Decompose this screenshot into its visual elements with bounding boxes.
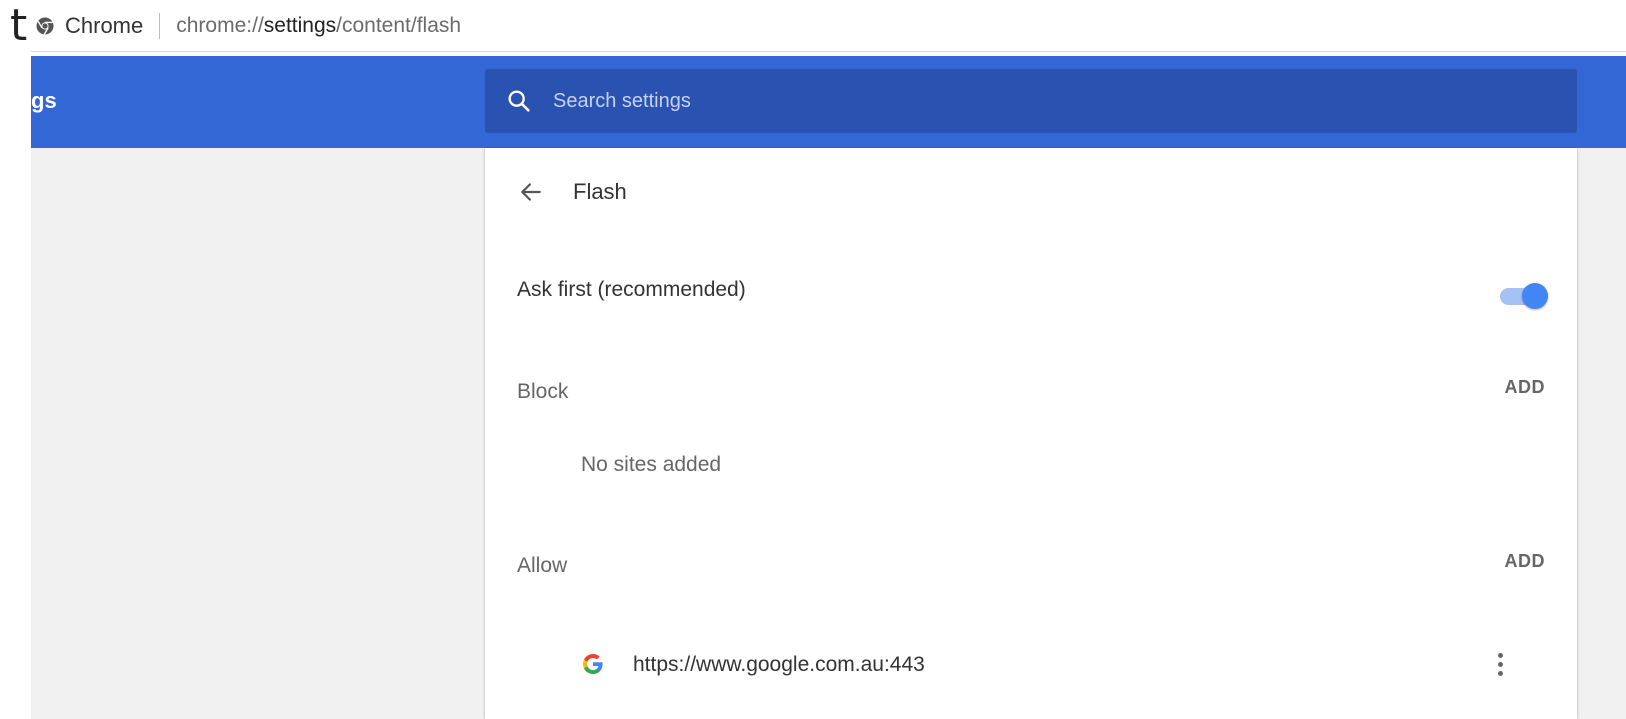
search-input[interactable]: Search settings — [553, 90, 691, 113]
left-edge: t — [0, 0, 31, 719]
ask-first-toggle[interactable] — [1496, 281, 1550, 311]
toggle-knob — [1522, 283, 1548, 309]
site-url: https://www.google.com.au:443 — [633, 653, 925, 676]
url-text[interactable]: chrome://settings/content/flash — [176, 14, 461, 38]
allow-section-label: Allow — [517, 554, 568, 577]
sidebar — [31, 148, 485, 719]
chrome-icon — [35, 16, 55, 36]
block-empty-text: No sites added — [581, 453, 722, 476]
cropped-letter: t — [10, 0, 28, 51]
url-prefix: chrome:// — [176, 13, 264, 37]
page-background — [1577, 148, 1626, 719]
page-title: Flash — [573, 179, 627, 204]
settings-toolbar: gs Search settings — [31, 56, 1626, 148]
list-item: https://www.google.com.au:443 — [485, 640, 1577, 688]
url-host: settings — [263, 13, 337, 37]
more-actions-icon[interactable] — [1488, 648, 1512, 680]
omnibox[interactable]: Chrome chrome://settings/content/flash — [31, 0, 1626, 52]
block-section-label: Block — [517, 380, 569, 403]
allow-add-button[interactable]: ADD — [1505, 551, 1546, 572]
block-add-button[interactable]: ADD — [1505, 377, 1546, 398]
back-arrow-icon[interactable] — [515, 176, 547, 208]
ask-first-label: Ask first (recommended) — [517, 278, 746, 301]
url-path: /content/flash — [336, 13, 462, 37]
search-icon[interactable] — [505, 87, 533, 115]
omnibox-divider — [159, 12, 161, 39]
subpage-header: Flash — [485, 168, 627, 216]
flash-settings-card: Flash Ask first (recommended) Block ADD … — [485, 148, 1577, 719]
site-name: Chrome — [65, 12, 144, 38]
search-box[interactable]: Search settings — [485, 69, 1577, 133]
google-g-icon — [583, 654, 603, 674]
toolbar-title: gs — [31, 88, 57, 113]
